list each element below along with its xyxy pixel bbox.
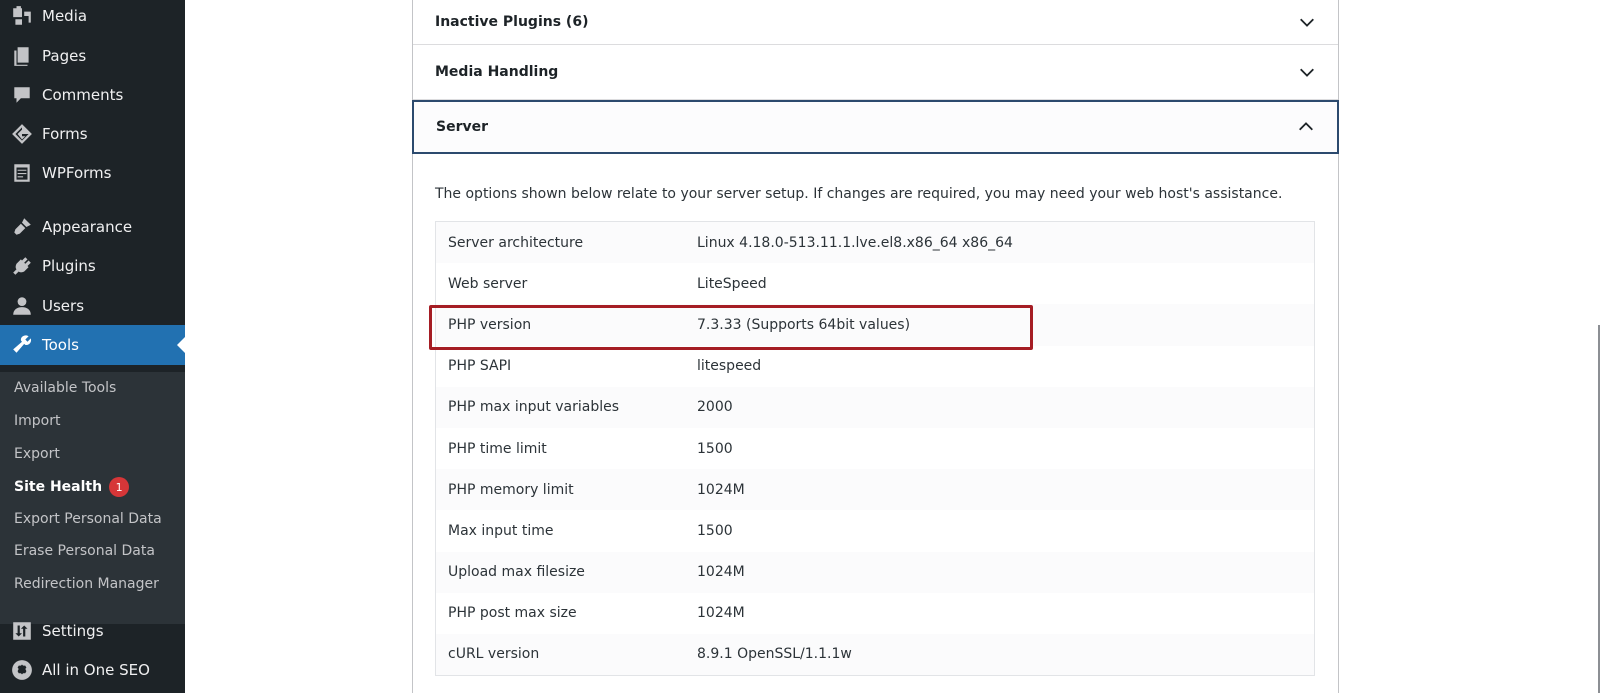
appearance-icon — [10, 215, 34, 239]
admin-sidebar: Media Pages Comments Forms WPForms Appea… — [0, 0, 185, 693]
accordion-title: Server — [436, 119, 489, 135]
settings-icon — [10, 619, 34, 643]
sidebar-item-settings[interactable]: Settings — [0, 611, 185, 651]
row-value: 7.3.33 (Supports 64bit values) — [697, 316, 911, 333]
submenu-label: Import — [14, 413, 61, 429]
submenu-label: Export Personal Data — [14, 511, 162, 527]
accordion-server[interactable]: Server — [412, 100, 1339, 154]
row-value: 2000 — [697, 399, 733, 416]
table-row: Upload max filesize 1024M — [436, 551, 1314, 593]
forms-icon — [10, 122, 34, 146]
comments-icon — [10, 83, 34, 107]
sidebar-item-plugins[interactable]: Plugins — [0, 246, 185, 286]
row-key: Server architecture — [448, 234, 584, 251]
table-row: cURL version 8.9.1 OpenSSL/1.1.1w — [436, 633, 1314, 676]
row-key: Max input time — [448, 522, 554, 539]
chevron-down-icon — [1300, 68, 1314, 77]
submenu-redirection-manager[interactable]: Redirection Manager — [14, 576, 159, 592]
sidebar-item-comments[interactable]: Comments — [0, 75, 185, 115]
plugins-icon — [10, 254, 34, 278]
accordion-title: Media Handling — [435, 64, 559, 80]
users-icon — [10, 294, 34, 318]
row-value: 1500 — [697, 440, 733, 457]
row-key: cURL version — [448, 646, 540, 663]
accordion-inactive-plugins[interactable]: Inactive Plugins (6) — [413, 0, 1338, 45]
row-value: litespeed — [697, 358, 762, 375]
chevron-down-icon — [1300, 18, 1314, 27]
table-row: PHP SAPI litespeed — [436, 346, 1314, 387]
submenu-available-tools[interactable]: Available Tools — [14, 380, 116, 396]
sidebar-item-label: Appearance — [42, 218, 133, 236]
sidebar-item-label: Comments — [42, 86, 124, 104]
submenu-label: Redirection Manager — [14, 576, 159, 592]
server-info-table: Server architecture Linux 4.18.0-513.11.1… — [435, 221, 1315, 677]
sidebar-item-pages[interactable]: Pages — [0, 36, 185, 76]
table-row: PHP version 7.3.33 (Supports 64bit values… — [436, 304, 1314, 346]
submenu-erase-personal-data[interactable]: Erase Personal Data — [14, 543, 155, 559]
submenu-site-health[interactable]: Site Health 1 — [14, 477, 130, 497]
submenu-label: Site Health — [14, 479, 103, 495]
sidebar-item-label: WPForms — [42, 164, 112, 182]
row-key: PHP time limit — [448, 440, 547, 457]
row-key: Web server — [448, 275, 528, 292]
chevron-up-icon — [1299, 122, 1313, 131]
sidebar-item-all-in-one-seo[interactable]: All in One SEO — [0, 650, 185, 690]
sidebar-item-wpforms[interactable]: WPForms — [0, 153, 185, 193]
submenu-export-personal-data[interactable]: Export Personal Data — [14, 511, 162, 527]
sidebar-item-label: Settings — [42, 622, 104, 640]
tools-submenu: Available Tools Import Export Site Healt… — [0, 372, 185, 624]
row-key: Upload max filesize — [448, 564, 585, 581]
row-value: 1024M — [697, 481, 745, 498]
submenu-import[interactable]: Import — [14, 413, 60, 429]
media-icon — [10, 4, 34, 28]
submenu-label: Export — [14, 446, 60, 462]
sidebar-item-label: All in One SEO — [42, 661, 150, 679]
wpforms-icon — [10, 161, 34, 185]
row-value: Linux 4.18.0-513.11.1.lve.el8.x86_64 x86… — [697, 234, 1013, 251]
submenu-label: Available Tools — [14, 380, 117, 396]
table-row: PHP post max size 1024M — [436, 593, 1314, 634]
sidebar-item-label: Tools — [42, 336, 79, 354]
row-key: PHP max input variables — [448, 399, 620, 416]
accordion-title: Inactive Plugins (6) — [435, 14, 589, 30]
pages-icon — [10, 44, 34, 68]
sidebar-item-label: Media — [42, 7, 88, 25]
notification-badge: 1 — [109, 477, 130, 497]
row-value: 1024M — [697, 605, 745, 622]
table-row: PHP memory limit 1024M — [436, 469, 1314, 511]
table-row: PHP time limit 1500 — [436, 428, 1314, 469]
row-key: PHP post max size — [448, 605, 577, 622]
row-value: 1500 — [697, 522, 733, 539]
submenu-export[interactable]: Export — [14, 446, 60, 462]
row-value: LiteSpeed — [697, 275, 767, 292]
sidebar-item-label: Plugins — [42, 257, 96, 275]
tools-icon — [10, 333, 34, 357]
row-value: 8.9.1 OpenSSL/1.1.1w — [697, 646, 852, 663]
aioseo-icon — [10, 658, 34, 682]
row-key: PHP SAPI — [448, 358, 512, 375]
row-value: 1024M — [697, 564, 745, 581]
sidebar-item-tools[interactable]: Tools — [0, 325, 185, 365]
table-row: Server architecture Linux 4.18.0-513.11.1… — [436, 222, 1314, 264]
accordion-media-handling[interactable]: Media Handling — [413, 45, 1338, 100]
table-row: Max input time 1500 — [436, 510, 1314, 551]
sidebar-item-appearance[interactable]: Appearance — [0, 207, 185, 247]
table-row: PHP max input variables 2000 — [436, 386, 1314, 428]
sidebar-item-forms[interactable]: Forms — [0, 114, 185, 154]
table-row: Web server LiteSpeed — [436, 263, 1314, 304]
active-indicator — [177, 337, 185, 353]
submenu-label: Erase Personal Data — [14, 543, 155, 559]
sidebar-item-label: Forms — [42, 125, 88, 143]
server-description: The options shown below relate to your s… — [435, 186, 1283, 202]
sidebar-item-label: Users — [42, 297, 85, 315]
sidebar-item-media[interactable]: Media — [0, 0, 185, 36]
row-key: PHP memory limit — [448, 481, 574, 498]
sidebar-item-label: Pages — [42, 47, 87, 65]
row-key: PHP version — [448, 316, 532, 333]
sidebar-item-users[interactable]: Users — [0, 286, 185, 326]
